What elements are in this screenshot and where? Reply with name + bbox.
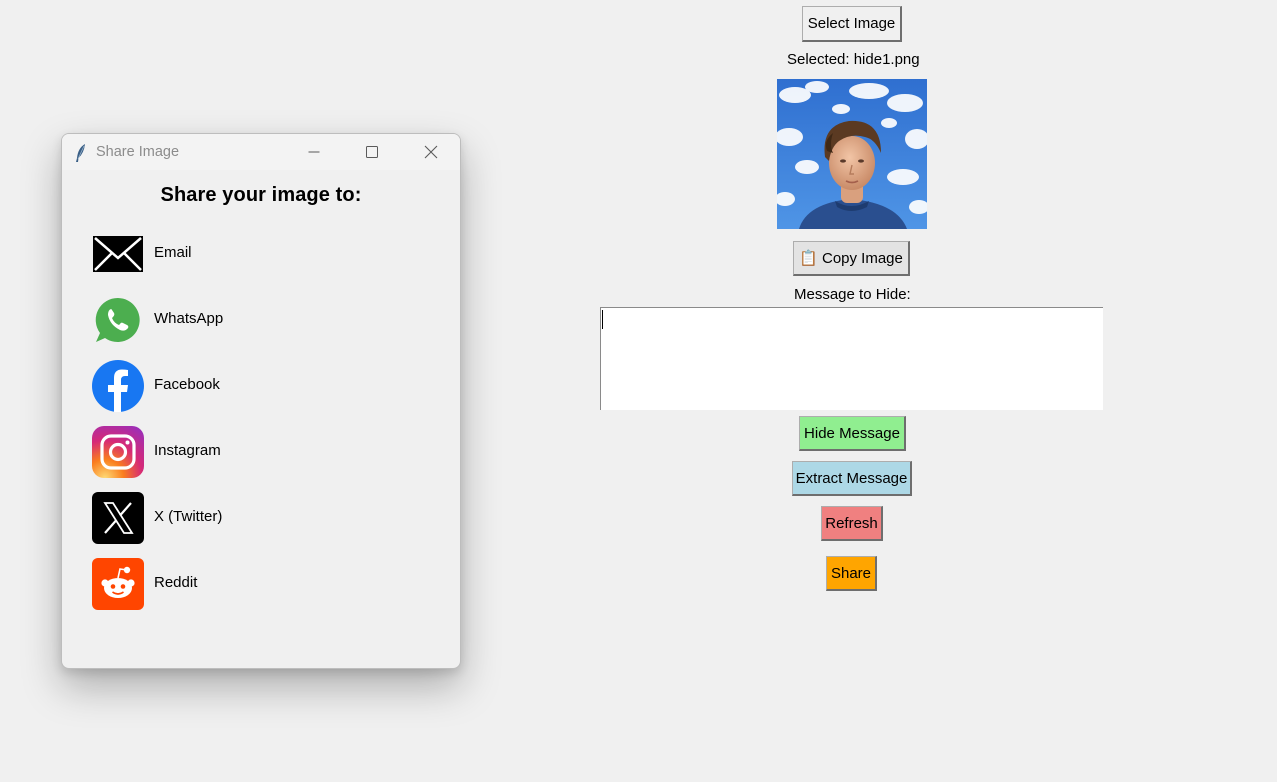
preview-picture: [777, 79, 927, 229]
share-label-facebook: Facebook: [154, 376, 220, 393]
share-option-instagram[interactable]: Instagram: [92, 426, 392, 478]
copy-image-button[interactable]: 📋 Copy Image: [793, 241, 910, 276]
share-option-x-twitter[interactable]: X (Twitter): [92, 492, 392, 544]
message-to-hide-label: Message to Hide:: [794, 286, 911, 303]
share-option-whatsapp[interactable]: WhatsApp: [92, 294, 392, 346]
share-image-dialog: Share Image Share your image to: Email W…: [61, 133, 461, 669]
share-label-x-twitter: X (Twitter): [154, 508, 223, 525]
instagram-icon: [92, 426, 144, 478]
selected-file-label: Selected: hide1.png: [787, 51, 920, 68]
close-icon[interactable]: [417, 138, 445, 166]
facebook-icon: [92, 360, 144, 412]
share-option-email[interactable]: Email: [92, 228, 392, 280]
x-twitter-icon: [92, 492, 144, 544]
share-heading: Share your image to:: [160, 184, 362, 206]
email-icon: [92, 228, 144, 280]
text-caret: [602, 310, 603, 329]
select-image-button[interactable]: Select Image: [802, 6, 902, 42]
maximize-icon[interactable]: [358, 138, 386, 166]
minimize-icon[interactable]: [300, 138, 328, 166]
share-label-reddit: Reddit: [154, 574, 198, 591]
reddit-icon: [92, 558, 144, 610]
share-option-facebook[interactable]: Facebook: [92, 360, 392, 412]
share-label-email: Email: [154, 244, 192, 261]
share-button[interactable]: Share: [826, 556, 877, 591]
message-textbox[interactable]: [600, 307, 1103, 410]
image-preview: [777, 79, 927, 229]
share-label-whatsapp: WhatsApp: [154, 310, 224, 327]
share-label-instagram: Instagram: [154, 442, 221, 459]
share-option-reddit[interactable]: Reddit: [92, 558, 392, 610]
extract-message-button[interactable]: Extract Message: [792, 461, 912, 496]
feather-icon: [74, 143, 88, 163]
hide-message-button[interactable]: Hide Message: [799, 416, 906, 451]
dialog-titlebar[interactable]: Share Image: [62, 134, 460, 170]
refresh-button[interactable]: Refresh: [821, 506, 883, 541]
dialog-title: Share Image: [96, 144, 180, 160]
whatsapp-icon: [92, 294, 144, 346]
